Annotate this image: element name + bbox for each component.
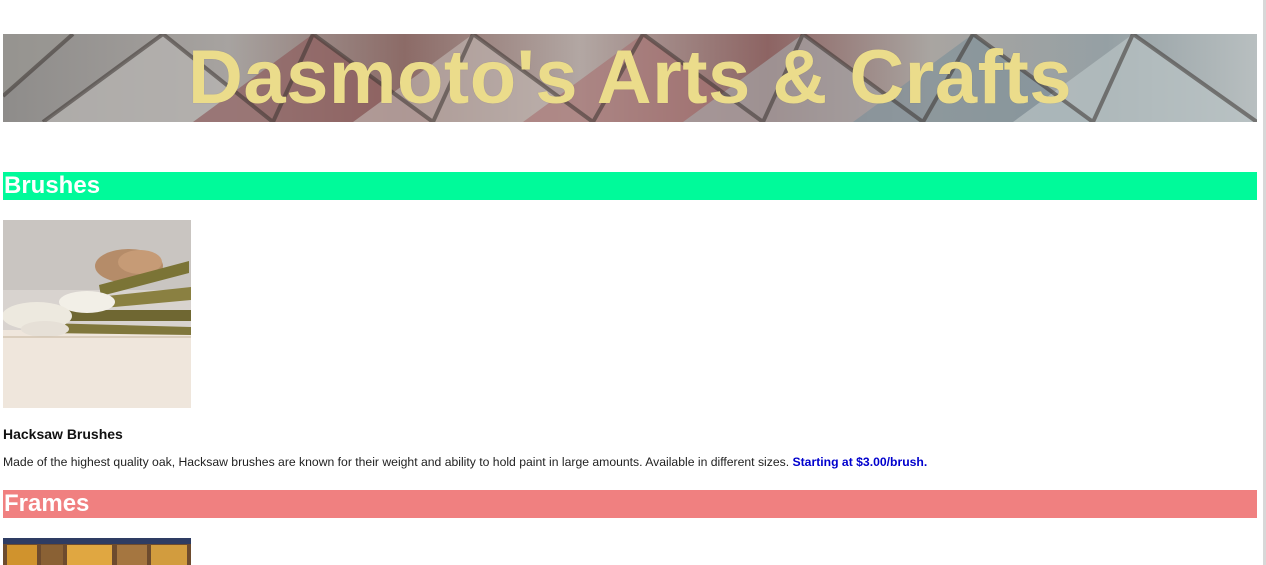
section-heading-brushes: Brushes: [3, 172, 1257, 200]
page: Dasmoto's Arts & Crafts Brushes Hacksaw …: [0, 0, 1266, 565]
section-heading-frames: Frames: [3, 490, 1257, 518]
product-title: Hacksaw Brushes: [3, 426, 123, 442]
site-title: Dasmoto's Arts & Crafts: [187, 35, 1073, 120]
product-description-text: Made of the highest quality oak, Hacksaw…: [3, 455, 790, 469]
frames-image: [3, 538, 191, 565]
product-description: Made of the highest quality oak, Hacksaw…: [3, 454, 927, 470]
product-price: Starting at $3.00/brush.: [792, 455, 928, 469]
hacksaw-brushes-image: [3, 220, 191, 408]
hero-banner: Dasmoto's Arts & Crafts: [3, 34, 1257, 122]
